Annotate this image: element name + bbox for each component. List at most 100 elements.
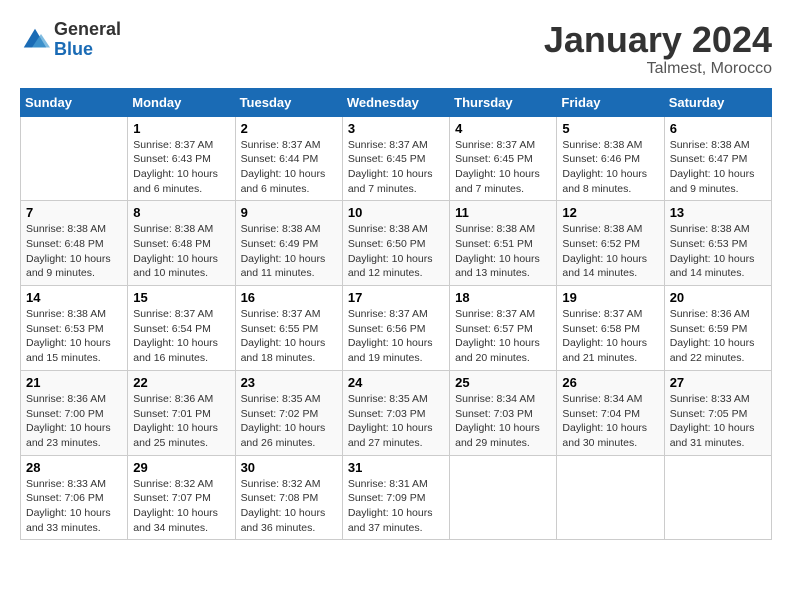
day-info: Sunrise: 8:38 AMSunset: 6:48 PMDaylight:… xyxy=(26,222,122,281)
day-number: 26 xyxy=(562,375,658,390)
day-info: Sunrise: 8:38 AMSunset: 6:48 PMDaylight:… xyxy=(133,222,229,281)
day-cell: 11Sunrise: 8:38 AMSunset: 6:51 PMDayligh… xyxy=(450,201,557,286)
day-number: 3 xyxy=(348,121,444,136)
day-number: 7 xyxy=(26,205,122,220)
month-title: January 2024 xyxy=(544,20,772,60)
col-header-tuesday: Tuesday xyxy=(235,88,342,116)
day-number: 23 xyxy=(241,375,337,390)
day-number: 15 xyxy=(133,290,229,305)
day-number: 29 xyxy=(133,460,229,475)
day-cell: 20 Sunrise: 8:36 AMSunset: 6:59 PMDayligh… xyxy=(664,286,771,371)
day-cell: 12Sunrise: 8:38 AMSunset: 6:52 PMDayligh… xyxy=(557,201,664,286)
day-cell: 22 Sunrise: 8:36 AMSunset: 7:01 PMDayligh… xyxy=(128,370,235,455)
day-number: 5 xyxy=(562,121,658,136)
day-info: Sunrise: 8:32 AMSunset: 7:08 PMDaylight:… xyxy=(241,477,337,536)
day-info: Sunrise: 8:37 AMSunset: 6:45 PMDaylight:… xyxy=(348,138,444,197)
day-number: 22 xyxy=(133,375,229,390)
day-info: Sunrise: 8:33 AMSunset: 7:06 PMDaylight:… xyxy=(26,477,122,536)
day-cell: 31 Sunrise: 8:31 AMSunset: 7:09 PMDayligh… xyxy=(342,455,449,540)
day-info: Sunrise: 8:36 AMSunset: 7:00 PMDaylight:… xyxy=(26,392,122,451)
day-number: 12 xyxy=(562,205,658,220)
day-number: 14 xyxy=(26,290,122,305)
day-cell: 24 Sunrise: 8:35 AMSunset: 7:03 PMDayligh… xyxy=(342,370,449,455)
day-cell: 26 Sunrise: 8:34 AMSunset: 7:04 PMDayligh… xyxy=(557,370,664,455)
location: Talmest, Morocco xyxy=(544,60,772,78)
day-number: 10 xyxy=(348,205,444,220)
day-number: 24 xyxy=(348,375,444,390)
day-number: 6 xyxy=(670,121,766,136)
day-cell xyxy=(664,455,771,540)
day-info: Sunrise: 8:33 AMSunset: 7:05 PMDaylight:… xyxy=(670,392,766,451)
day-number: 30 xyxy=(241,460,337,475)
logo-general: General xyxy=(54,20,121,40)
day-cell: 3 Sunrise: 8:37 AMSunset: 6:45 PMDaylight… xyxy=(342,116,449,201)
day-info: Sunrise: 8:38 AMSunset: 6:49 PMDaylight:… xyxy=(241,222,337,281)
week-row-4: 21Sunrise: 8:36 AMSunset: 7:00 PMDayligh… xyxy=(21,370,772,455)
day-cell: 28Sunrise: 8:33 AMSunset: 7:06 PMDayligh… xyxy=(21,455,128,540)
day-info: Sunrise: 8:38 AMSunset: 6:47 PMDaylight:… xyxy=(670,138,766,197)
col-header-monday: Monday xyxy=(128,88,235,116)
day-info: Sunrise: 8:38 AMSunset: 6:53 PMDaylight:… xyxy=(670,222,766,281)
day-cell: 27Sunrise: 8:33 AMSunset: 7:05 PMDayligh… xyxy=(664,370,771,455)
day-number: 31 xyxy=(348,460,444,475)
day-cell: 10 Sunrise: 8:38 AMSunset: 6:50 PMDayligh… xyxy=(342,201,449,286)
day-cell: 15Sunrise: 8:37 AMSunset: 6:54 PMDayligh… xyxy=(128,286,235,371)
day-info: Sunrise: 8:35 AMSunset: 7:02 PMDaylight:… xyxy=(241,392,337,451)
day-info: Sunrise: 8:32 AMSunset: 7:07 PMDaylight:… xyxy=(133,477,229,536)
day-info: Sunrise: 8:37 AMSunset: 6:56 PMDaylight:… xyxy=(348,307,444,366)
day-info: Sunrise: 8:37 AMSunset: 6:57 PMDaylight:… xyxy=(455,307,551,366)
day-cell: 13Sunrise: 8:38 AMSunset: 6:53 PMDayligh… xyxy=(664,201,771,286)
day-info: Sunrise: 8:35 AMSunset: 7:03 PMDaylight:… xyxy=(348,392,444,451)
col-header-saturday: Saturday xyxy=(664,88,771,116)
day-number: 9 xyxy=(241,205,337,220)
day-info: Sunrise: 8:37 AMSunset: 6:44 PMDaylight:… xyxy=(241,138,337,197)
day-info: Sunrise: 8:31 AMSunset: 7:09 PMDaylight:… xyxy=(348,477,444,536)
day-cell: 25 Sunrise: 8:34 AMSunset: 7:03 PMDayligh… xyxy=(450,370,557,455)
day-info: Sunrise: 8:36 AMSunset: 7:01 PMDaylight:… xyxy=(133,392,229,451)
day-number: 8 xyxy=(133,205,229,220)
day-info: Sunrise: 8:38 AMSunset: 6:50 PMDaylight:… xyxy=(348,222,444,281)
col-header-sunday: Sunday xyxy=(21,88,128,116)
logo: General Blue xyxy=(20,20,121,60)
day-number: 16 xyxy=(241,290,337,305)
day-info: Sunrise: 8:37 AMSunset: 6:55 PMDaylight:… xyxy=(241,307,337,366)
col-header-friday: Friday xyxy=(557,88,664,116)
week-row-1: 1Sunrise: 8:37 AMSunset: 6:43 PMDaylight… xyxy=(21,116,772,201)
day-cell: 17Sunrise: 8:37 AMSunset: 6:56 PMDayligh… xyxy=(342,286,449,371)
day-info: Sunrise: 8:38 AMSunset: 6:53 PMDaylight:… xyxy=(26,307,122,366)
title-block: January 2024 Talmest, Morocco xyxy=(544,20,772,78)
day-cell: 6 Sunrise: 8:38 AMSunset: 6:47 PMDaylight… xyxy=(664,116,771,201)
day-cell: 7 Sunrise: 8:38 AMSunset: 6:48 PMDaylight… xyxy=(21,201,128,286)
day-number: 11 xyxy=(455,205,551,220)
day-cell: 23 Sunrise: 8:35 AMSunset: 7:02 PMDayligh… xyxy=(235,370,342,455)
day-cell: 2 Sunrise: 8:37 AMSunset: 6:44 PMDaylight… xyxy=(235,116,342,201)
day-cell: 1Sunrise: 8:37 AMSunset: 6:43 PMDaylight… xyxy=(128,116,235,201)
day-cell: 9 Sunrise: 8:38 AMSunset: 6:49 PMDaylight… xyxy=(235,201,342,286)
week-row-5: 28Sunrise: 8:33 AMSunset: 7:06 PMDayligh… xyxy=(21,455,772,540)
day-info: Sunrise: 8:36 AMSunset: 6:59 PMDaylight:… xyxy=(670,307,766,366)
day-info: Sunrise: 8:37 AMSunset: 6:45 PMDaylight:… xyxy=(455,138,551,197)
day-number: 25 xyxy=(455,375,551,390)
day-cell: 8 Sunrise: 8:38 AMSunset: 6:48 PMDaylight… xyxy=(128,201,235,286)
day-info: Sunrise: 8:34 AMSunset: 7:04 PMDaylight:… xyxy=(562,392,658,451)
day-cell: 19 Sunrise: 8:37 AMSunset: 6:58 PMDayligh… xyxy=(557,286,664,371)
day-cell: 29 Sunrise: 8:32 AMSunset: 7:07 PMDayligh… xyxy=(128,455,235,540)
day-number: 2 xyxy=(241,121,337,136)
page-header: General Blue January 2024 Talmest, Moroc… xyxy=(20,20,772,78)
day-number: 4 xyxy=(455,121,551,136)
day-info: Sunrise: 8:37 AMSunset: 6:58 PMDaylight:… xyxy=(562,307,658,366)
day-number: 20 xyxy=(670,290,766,305)
day-cell: 30 Sunrise: 8:32 AMSunset: 7:08 PMDayligh… xyxy=(235,455,342,540)
header-row: SundayMondayTuesdayWednesdayThursdayFrid… xyxy=(21,88,772,116)
day-cell: 14 Sunrise: 8:38 AMSunset: 6:53 PMDayligh… xyxy=(21,286,128,371)
day-cell xyxy=(450,455,557,540)
day-cell xyxy=(557,455,664,540)
week-row-2: 7 Sunrise: 8:38 AMSunset: 6:48 PMDaylight… xyxy=(21,201,772,286)
logo-text: General Blue xyxy=(54,20,121,60)
day-cell xyxy=(21,116,128,201)
day-number: 19 xyxy=(562,290,658,305)
day-cell: 21Sunrise: 8:36 AMSunset: 7:00 PMDayligh… xyxy=(21,370,128,455)
day-info: Sunrise: 8:34 AMSunset: 7:03 PMDaylight:… xyxy=(455,392,551,451)
day-cell: 18Sunrise: 8:37 AMSunset: 6:57 PMDayligh… xyxy=(450,286,557,371)
day-cell: 5Sunrise: 8:38 AMSunset: 6:46 PMDaylight… xyxy=(557,116,664,201)
